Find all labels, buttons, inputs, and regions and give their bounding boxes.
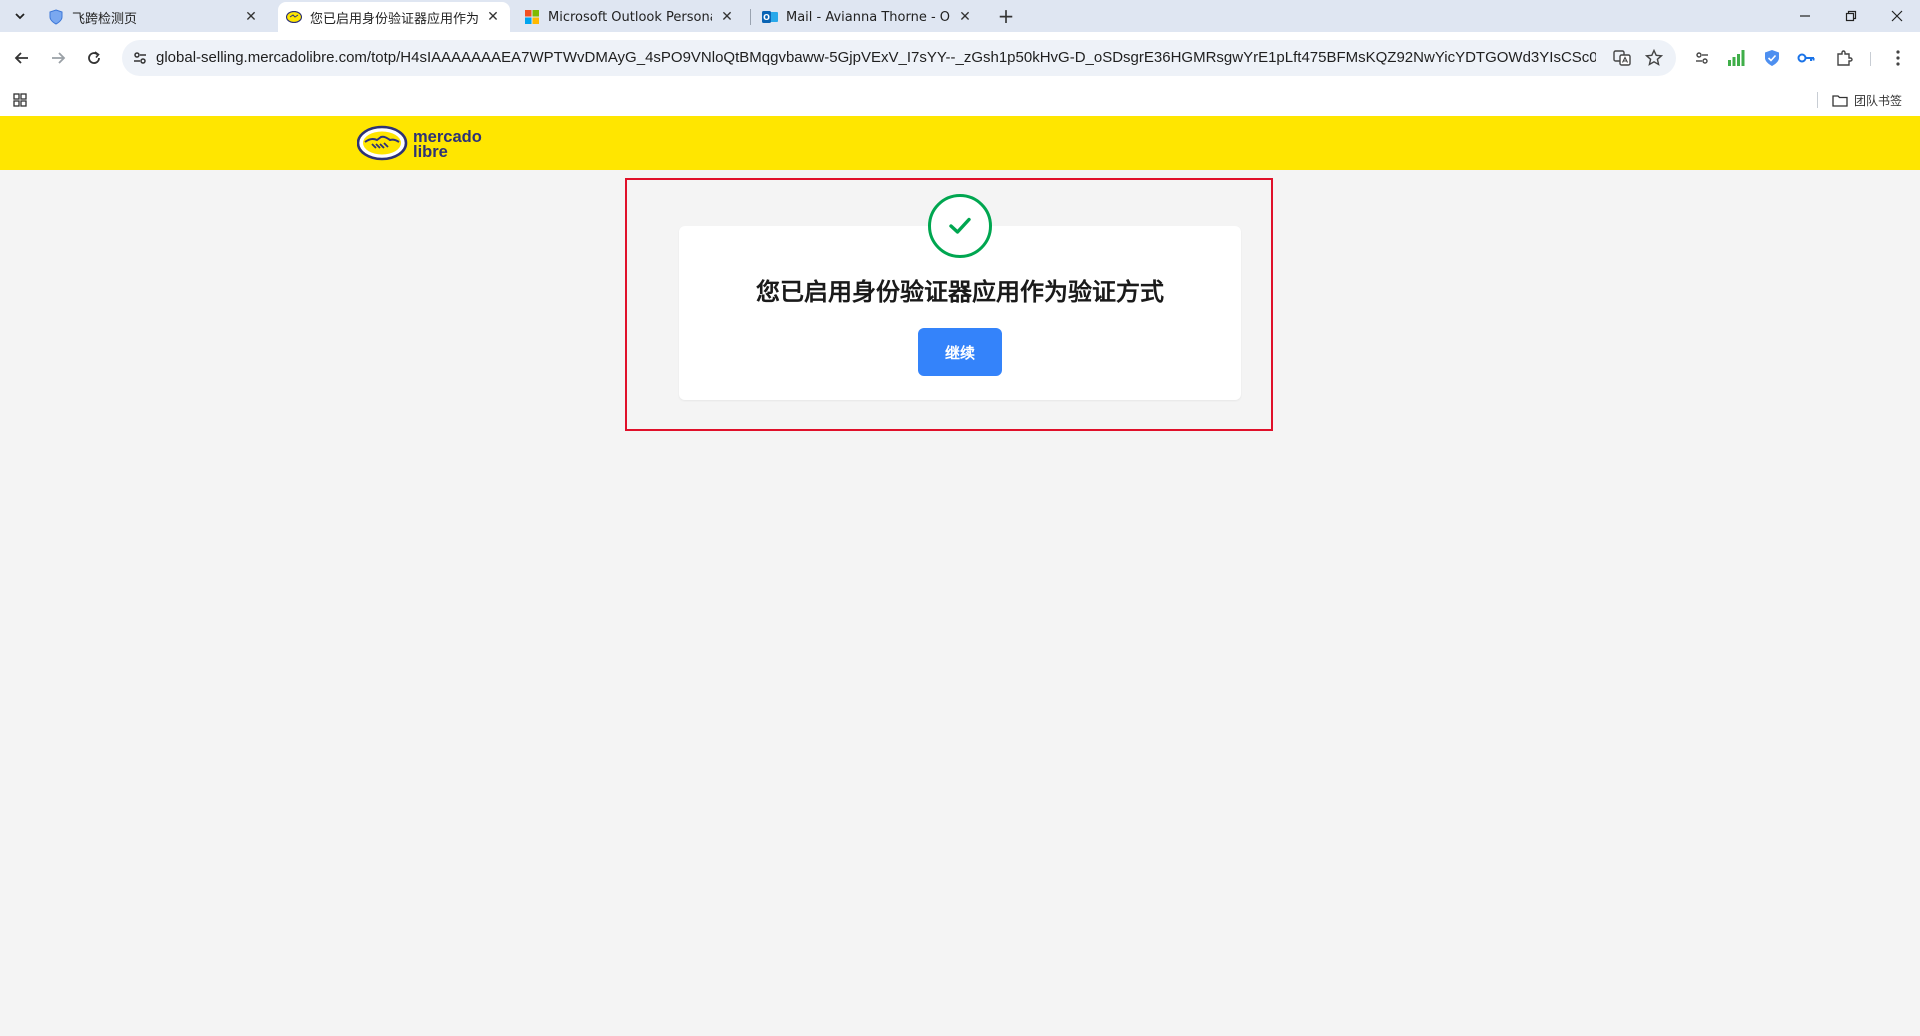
shield-extension-icon[interactable] [1760, 46, 1784, 70]
tab-search-settings-icon[interactable] [1690, 46, 1714, 70]
svg-text:libre: libre [413, 143, 448, 161]
tab-outlook-mail[interactable]: O Mail - Avianna Thorne - Outlook ✕ [754, 2, 982, 32]
minimize-button[interactable] [1782, 0, 1828, 32]
bookmark-folder-label: 团队书签 [1854, 93, 1903, 108]
status-title: 您已启用身份验证器应用作为验证方式 [756, 278, 1164, 306]
svg-text:O: O [763, 13, 770, 22]
page-content: mercado libre 您已启用身份验证器应用作为验证方式 继续 [0, 116, 1920, 1036]
close-icon[interactable]: ✕ [484, 8, 502, 26]
apps-grid-icon[interactable] [10, 90, 30, 110]
kebab-menu-icon[interactable] [1886, 46, 1910, 70]
tab-title: 飞跨检测页 [72, 11, 138, 27]
url-text[interactable]: global-selling.mercadolibre.com/totp/H4s… [156, 49, 1596, 66]
tab-title: Mail - Avianna Thorne - Outlook [786, 9, 950, 25]
forward-button[interactable] [44, 44, 72, 72]
translate-icon[interactable] [1612, 48, 1632, 68]
mercadolibre-header: mercado libre [0, 116, 1920, 170]
tab-title: Microsoft Outlook Personal Email [548, 9, 712, 25]
bookmarks-separator [1817, 92, 1818, 108]
mercadolibre-handshake-icon [286, 9, 302, 25]
tab-title: 您已启用身份验证器应用作为验证方式 [310, 11, 478, 27]
reload-button[interactable] [80, 44, 108, 72]
folder-icon [1832, 94, 1848, 107]
tab-feikua[interactable]: 飞跨检测页 ✕ [40, 2, 268, 32]
bookmark-star-icon[interactable] [1644, 48, 1664, 68]
microsoft-logo-icon [524, 9, 540, 25]
continue-button[interactable]: 继续 [918, 328, 1002, 376]
tab-outlook-personal[interactable]: Microsoft Outlook Personal Email ✕ [516, 2, 744, 32]
new-tab-button[interactable]: + [994, 4, 1018, 28]
site-info-icon[interactable] [130, 48, 150, 68]
bookmark-folder-team[interactable]: 团队书签 [1832, 90, 1902, 110]
chevron-down-icon [15, 13, 25, 20]
signal-bars-icon[interactable] [1724, 46, 1748, 70]
outlook-icon: O [762, 9, 778, 25]
success-check-icon [928, 194, 992, 258]
restore-button[interactable] [1828, 0, 1874, 32]
bookmarks-bar: 团队书签 [0, 84, 1920, 116]
close-icon[interactable]: ✕ [718, 8, 736, 26]
tab-search-button[interactable] [8, 4, 32, 28]
address-bar[interactable]: global-selling.mercadolibre.com/totp/H4s… [122, 40, 1676, 76]
close-icon[interactable]: ✕ [956, 8, 974, 26]
window-close-button[interactable] [1874, 0, 1920, 32]
shield-icon [48, 9, 64, 25]
close-icon[interactable]: ✕ [242, 8, 260, 26]
reload-icon [88, 51, 100, 64]
tab-separator [750, 9, 751, 25]
tab-mercadolibre[interactable]: 您已启用身份验证器应用作为验证方式 ✕ [278, 2, 510, 32]
toolbar-separator [1870, 52, 1871, 66]
restore-icon [1845, 10, 1857, 22]
extensions-puzzle-icon[interactable] [1832, 46, 1856, 70]
mercadolibre-logo[interactable]: mercado libre [357, 125, 497, 161]
arrow-right-icon [52, 52, 66, 64]
back-button[interactable] [8, 44, 36, 72]
arrow-left-icon [14, 52, 28, 64]
key-icon[interactable] [1794, 46, 1818, 70]
tab-strip: 飞跨检测页 ✕ 您已启用身份验证器应用作为验证方式 ✕ Microsoft Ou… [0, 0, 1920, 32]
browser-toolbar: global-selling.mercadolibre.com/totp/H4s… [0, 32, 1920, 84]
close-icon [1891, 10, 1903, 22]
minimize-icon [1800, 15, 1810, 17]
